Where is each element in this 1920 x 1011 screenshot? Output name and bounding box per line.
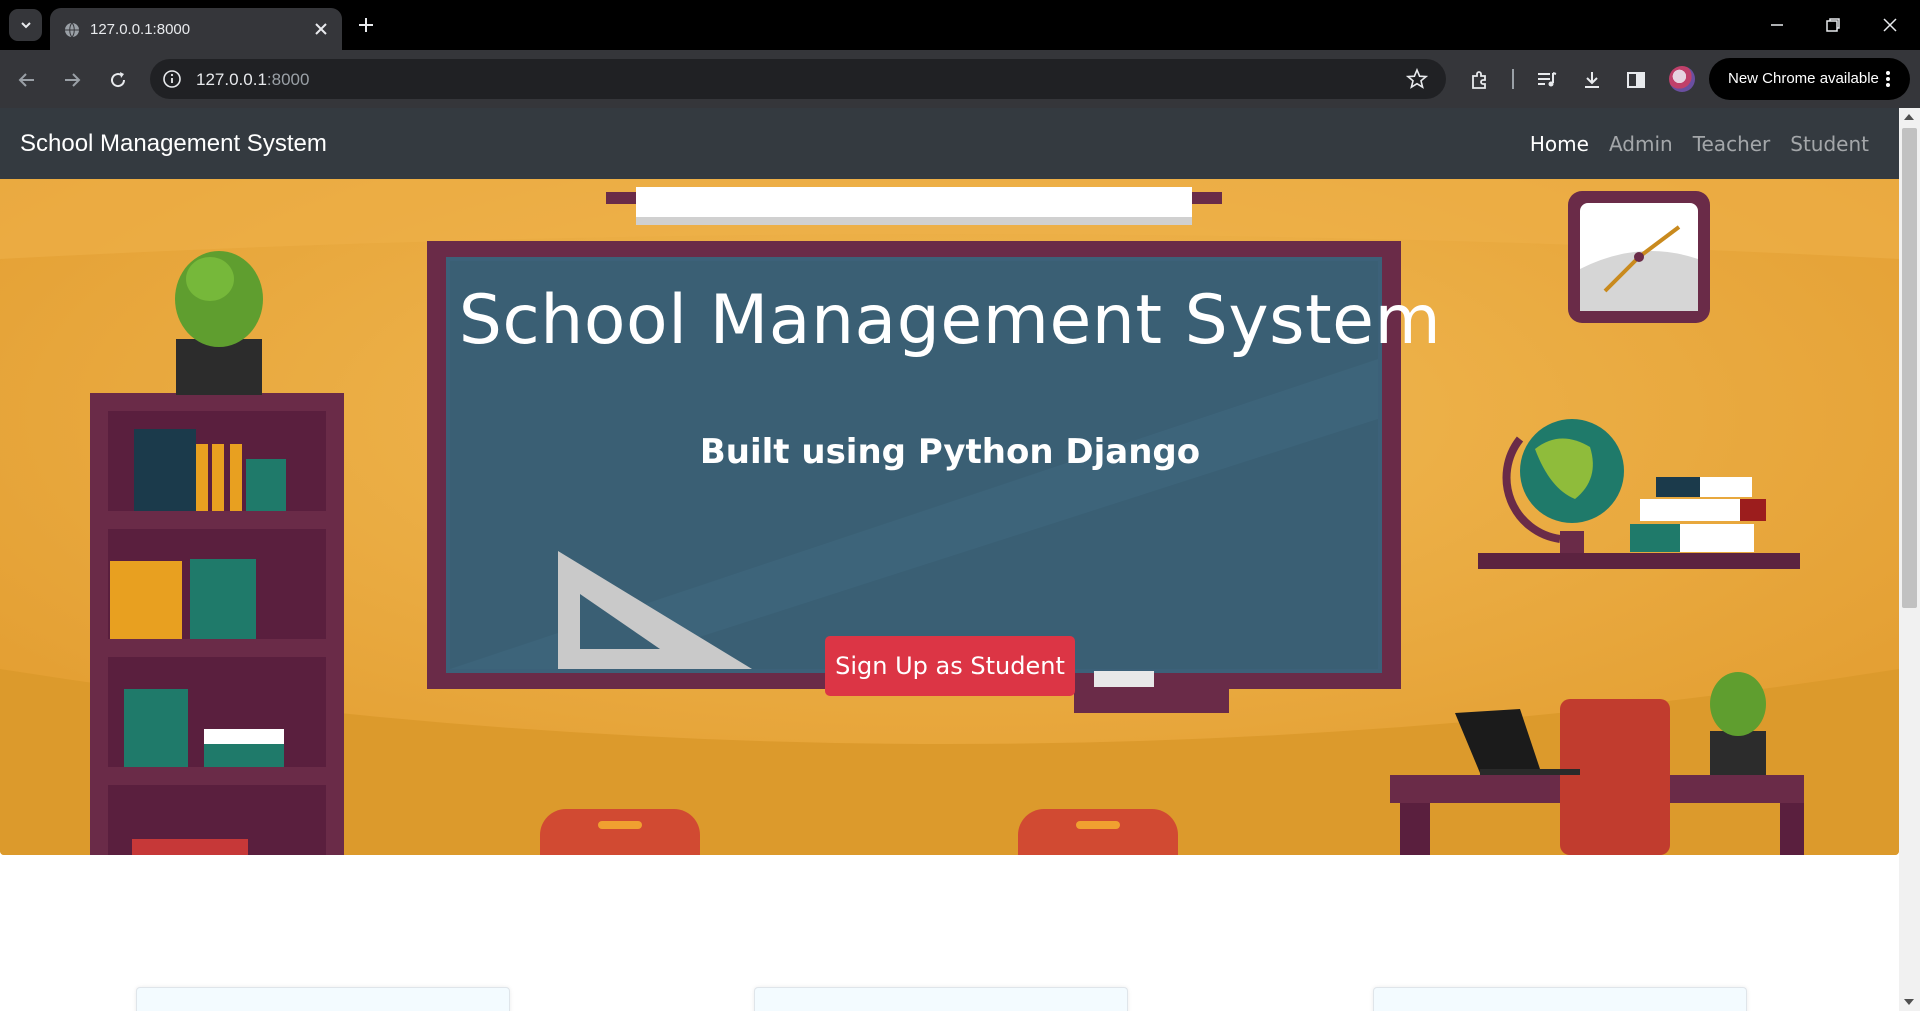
reload-icon[interactable] (106, 68, 130, 92)
tab-search-button[interactable] (9, 9, 42, 41)
page-scrollbar[interactable] (1899, 108, 1920, 1011)
scroll-thumb[interactable] (1902, 128, 1917, 608)
nav-links: Home Admin Teacher Student (1530, 132, 1869, 156)
feature-card (754, 987, 1128, 1011)
url-port: :8000 (266, 70, 310, 89)
hero-title: School Management System (458, 281, 1442, 360)
nav-admin[interactable]: Admin (1609, 132, 1673, 156)
tab-title: 127.0.0.1:8000 (90, 21, 191, 38)
chrome-update-button[interactable]: New Chrome available (1709, 58, 1910, 100)
site-navbar: School Management System Home Admin Teac… (0, 108, 1899, 179)
signup-student-button[interactable]: Sign Up as Student (825, 636, 1075, 696)
scroll-up-arrow-icon[interactable] (1904, 114, 1914, 120)
chevron-down-icon (20, 22, 31, 29)
media-icon[interactable] (1535, 68, 1559, 92)
side-panel-icon[interactable] (1624, 68, 1648, 92)
address-bar[interactable]: 127.0.0.1:8000 (150, 59, 1446, 99)
minimize-icon[interactable] (1766, 14, 1788, 36)
hero-banner: School Management System Built using Pyt… (0, 179, 1899, 855)
star-icon[interactable] (1406, 68, 1428, 90)
browser-toolbar: 127.0.0.1:8000 New Chrome available (0, 50, 1920, 108)
browser-tab[interactable]: 127.0.0.1:8000 (50, 8, 342, 50)
url-host: 127.0.0.1 (196, 70, 267, 89)
page-viewport: School Management System Home Admin Teac… (0, 108, 1899, 1011)
profile-avatar[interactable] (1669, 66, 1695, 92)
scroll-down-arrow-icon[interactable] (1904, 999, 1914, 1005)
info-icon[interactable] (162, 69, 182, 89)
feature-card (136, 987, 510, 1011)
close-icon[interactable] (312, 20, 330, 38)
forward-icon[interactable] (60, 68, 84, 92)
url-text: 127.0.0.1:8000 (196, 70, 309, 90)
nav-student[interactable]: Student (1790, 132, 1869, 156)
nav-teacher[interactable]: Teacher (1693, 132, 1771, 156)
more-vert-icon (1886, 71, 1890, 87)
toolbar-separator (1512, 69, 1514, 89)
browser-tab-strip: 127.0.0.1:8000 (0, 0, 1920, 50)
feature-card (1373, 987, 1747, 1011)
plus-icon[interactable] (355, 14, 377, 36)
site-brand[interactable]: School Management System (20, 130, 327, 158)
close-window-icon[interactable] (1879, 14, 1901, 36)
back-icon[interactable] (15, 68, 39, 92)
update-label: New Chrome available (1728, 70, 1879, 87)
globe-favicon-icon (65, 22, 79, 38)
nav-home[interactable]: Home (1530, 132, 1589, 156)
extensions-icon[interactable] (1468, 68, 1492, 92)
hero-subtitle: Built using Python Django (699, 432, 1201, 472)
restore-icon[interactable] (1822, 14, 1844, 36)
download-icon[interactable] (1580, 68, 1604, 92)
